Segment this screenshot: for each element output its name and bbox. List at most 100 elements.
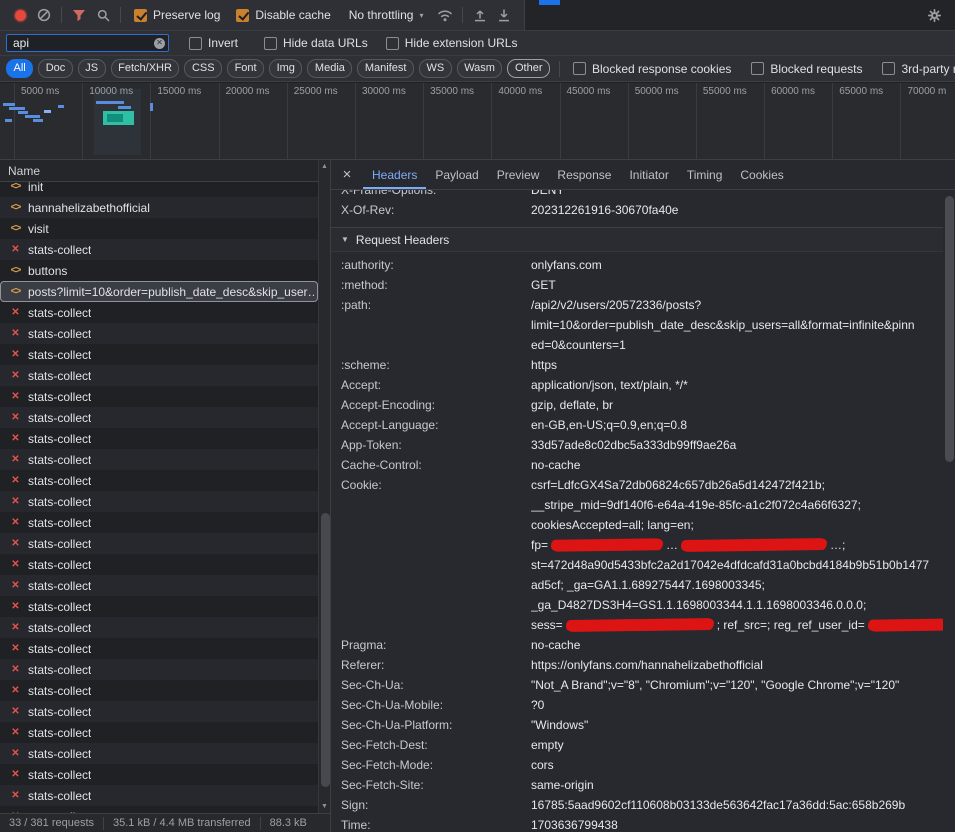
- throttling-select[interactable]: No throttling ▾: [349, 8, 424, 22]
- hide-data-urls-checkbox[interactable]: [264, 37, 277, 50]
- request-row[interactable]: ✕stats-collect: [0, 302, 318, 323]
- request-row[interactable]: ✕stats-collect: [0, 449, 318, 470]
- network-conditions-button[interactable]: [433, 3, 457, 27]
- toolbar-right-section: [524, 0, 955, 30]
- clear-log-button[interactable]: [32, 3, 56, 27]
- request-row[interactable]: ✕stats-collect: [0, 701, 318, 722]
- filter-chip-css[interactable]: CSS: [184, 59, 222, 78]
- request-row[interactable]: <>hannahelizabethofficial: [0, 197, 318, 218]
- filter-chip-manifest[interactable]: Manifest: [357, 59, 414, 78]
- request-row[interactable]: ✕stats-collect: [0, 470, 318, 491]
- request-row[interactable]: ✕stats-collect: [0, 428, 318, 449]
- hide-extension-urls-toggle[interactable]: Hide extension URLs: [386, 36, 518, 50]
- network-overview[interactable]: 5000 ms10000 ms15000 ms20000 ms25000 ms3…: [0, 83, 955, 160]
- request-row[interactable]: ✕stats-collect: [0, 743, 318, 764]
- filter-chip-font[interactable]: Font: [227, 59, 264, 78]
- top-blue-strip: [539, 0, 560, 5]
- request-row[interactable]: <>init: [0, 182, 318, 197]
- filter-chip-img[interactable]: Img: [269, 59, 302, 78]
- request-row[interactable]: ✕stats-collect: [0, 512, 318, 533]
- details-scrollbar[interactable]: [943, 190, 955, 832]
- filter-input[interactable]: [6, 34, 169, 52]
- filter-toggle-button[interactable]: [67, 3, 91, 27]
- blocked-requests-checkbox[interactable]: [751, 62, 764, 75]
- invert-label: Invert: [208, 36, 238, 50]
- requests-scrollbar-thumb[interactable]: [321, 513, 330, 787]
- request-row[interactable]: ✕stats-collect: [0, 239, 318, 260]
- header-name: Accept-Encoding:: [331, 395, 531, 415]
- request-row[interactable]: ✕stats-collect: [0, 764, 318, 785]
- invert-checkbox[interactable]: [189, 37, 202, 50]
- filter-chip-media[interactable]: Media: [307, 59, 352, 78]
- filter-chip-wasm[interactable]: Wasm: [457, 59, 503, 78]
- tab-initiator[interactable]: Initiator: [620, 160, 677, 189]
- scroll-up-icon[interactable]: ▲: [321, 163, 328, 170]
- blocked-requests-toggle[interactable]: Blocked requests: [751, 62, 862, 76]
- filter-chip-doc[interactable]: Doc: [38, 59, 73, 78]
- search-button[interactable]: [91, 3, 115, 27]
- header-row: Sec-Ch-Ua-Platform:"Windows": [331, 715, 943, 735]
- request-row[interactable]: ✕stats-collect: [0, 722, 318, 743]
- request-row[interactable]: ✕stats-collect: [0, 785, 318, 806]
- request-name: stats-collect: [28, 663, 91, 677]
- request-row[interactable]: ✕stats-collect: [0, 533, 318, 554]
- timeline-tick: 30000 ms: [355, 83, 423, 159]
- request-row[interactable]: ✕stats-collect: [0, 596, 318, 617]
- request-row[interactable]: ✕stats-collect: [0, 407, 318, 428]
- tab-payload[interactable]: Payload: [426, 160, 487, 189]
- filter-chip-js[interactable]: JS: [78, 59, 106, 78]
- filter-chip-fetch-xhr[interactable]: Fetch/XHR: [111, 59, 180, 78]
- timeline-tick: 55000 ms: [696, 83, 764, 159]
- request-headers-section[interactable]: ▼ Request Headers: [331, 228, 943, 252]
- request-row[interactable]: ✕stats-collect: [0, 491, 318, 512]
- request-row[interactable]: ✕stats-collect: [0, 365, 318, 386]
- request-row[interactable]: ✕stats-collect: [0, 344, 318, 365]
- tab-response[interactable]: Response: [548, 160, 620, 189]
- clear-filter-icon[interactable]: ✕: [154, 38, 165, 49]
- disable-cache-checkbox[interactable]: [236, 9, 249, 22]
- tab-timing[interactable]: Timing: [678, 160, 732, 189]
- hide-data-urls-toggle[interactable]: Hide data URLs: [264, 36, 368, 50]
- tab-headers[interactable]: Headers: [363, 160, 426, 189]
- scroll-down-icon[interactable]: ▼: [321, 803, 328, 810]
- request-row[interactable]: ✕stats-collect: [0, 617, 318, 638]
- filter-chip-all[interactable]: All: [6, 59, 33, 78]
- request-row[interactable]: ✕stats-collect: [0, 806, 318, 813]
- error-icon: ✕: [8, 728, 23, 738]
- disable-cache-toggle[interactable]: Disable cache: [236, 8, 330, 22]
- tab-preview[interactable]: Preview: [488, 160, 549, 189]
- invert-toggle[interactable]: Invert: [189, 36, 238, 50]
- export-har-button[interactable]: [492, 3, 516, 27]
- third-party-checkbox[interactable]: [882, 62, 895, 75]
- details-scrollbar-thumb[interactable]: [945, 196, 954, 462]
- tab-cookies[interactable]: Cookies: [731, 160, 792, 189]
- error-icon: ✕: [8, 434, 23, 444]
- preserve-log-toggle[interactable]: Preserve log: [134, 8, 220, 22]
- blocked-cookies-checkbox[interactable]: [573, 62, 586, 75]
- request-row[interactable]: ✕stats-collect: [0, 554, 318, 575]
- close-details-button[interactable]: ×: [331, 160, 363, 189]
- third-party-toggle[interactable]: 3rd-party requests: [882, 62, 955, 76]
- request-row[interactable]: <>buttons: [0, 260, 318, 281]
- filter-chip-other[interactable]: Other: [507, 59, 550, 78]
- request-row[interactable]: ✕stats-collect: [0, 323, 318, 344]
- import-har-button[interactable]: [468, 3, 492, 27]
- request-row[interactable]: ✕stats-collect: [0, 386, 318, 407]
- hide-extension-urls-checkbox[interactable]: [386, 37, 399, 50]
- script-icon: <>: [8, 203, 23, 213]
- filter-chip-ws[interactable]: WS: [419, 59, 452, 78]
- preserve-log-checkbox[interactable]: [134, 9, 147, 22]
- requests-scrollbar[interactable]: ▲ ▼: [318, 160, 330, 813]
- header-name: App-Token:: [331, 435, 531, 455]
- request-row[interactable]: ✕stats-collect: [0, 680, 318, 701]
- request-row[interactable]: <>visit: [0, 218, 318, 239]
- header-value: gzip, deflate, br: [531, 395, 943, 415]
- blocked-cookies-toggle[interactable]: Blocked response cookies: [573, 62, 731, 76]
- record-button[interactable]: [8, 3, 32, 27]
- request-row[interactable]: ✕stats-collect: [0, 638, 318, 659]
- request-row[interactable]: <>posts?limit=10&order=publish_date_desc…: [0, 281, 318, 302]
- column-header-name[interactable]: Name: [0, 160, 330, 182]
- request-row[interactable]: ✕stats-collect: [0, 575, 318, 596]
- settings-button[interactable]: [922, 3, 946, 27]
- request-row[interactable]: ✕stats-collect: [0, 659, 318, 680]
